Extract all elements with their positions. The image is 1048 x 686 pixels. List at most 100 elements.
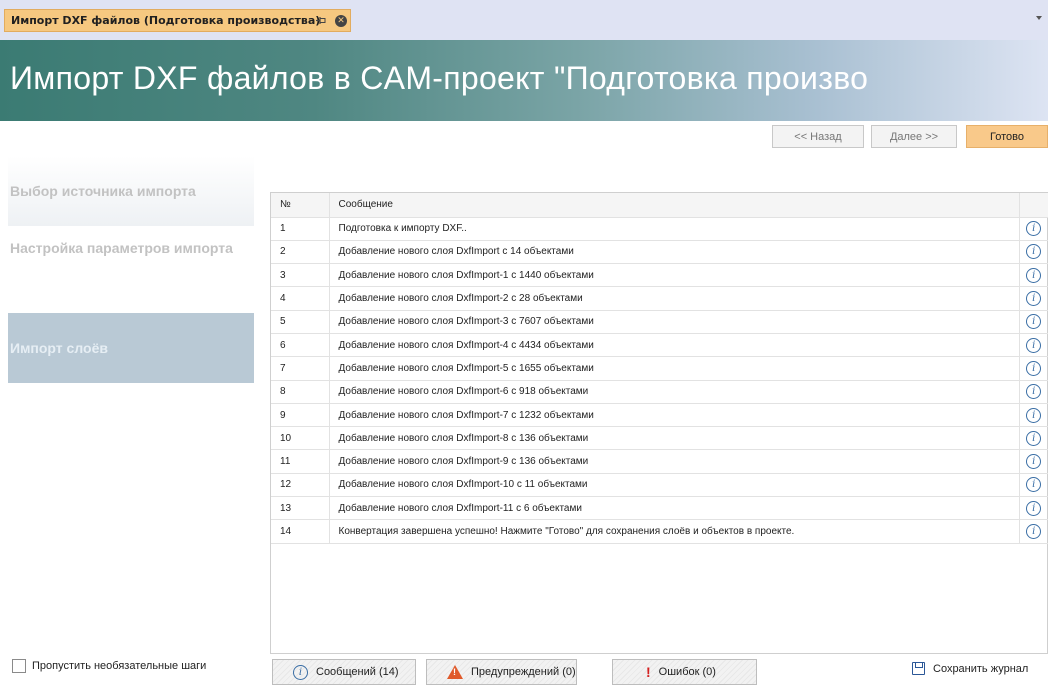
- table-row[interactable]: 13 Добавление нового слоя DxfImport-11 с …: [271, 496, 1048, 521]
- column-header-icon: [1019, 193, 1048, 218]
- cell-icon: i: [1019, 380, 1048, 404]
- table-row[interactable]: 14 Конвертация завершена успешно! Нажмите…: [271, 519, 1048, 544]
- cell-icon: i: [1019, 217, 1048, 241]
- info-icon[interactable]: i: [1026, 407, 1042, 423]
- wizard-steps-sidebar: Выбор источника импорта Настройка параме…: [8, 156, 254, 653]
- info-icon[interactable]: i: [1026, 314, 1042, 330]
- step-import-layers[interactable]: Импорт слоёв: [8, 313, 254, 383]
- info-icon: i: [293, 664, 308, 680]
- warnings-filter-button[interactable]: Предупреждений (0): [426, 659, 577, 685]
- table-row[interactable]: 9 Добавление нового слоя DxfImport-7 с 12…: [271, 403, 1048, 428]
- table-header-row: № Сообщение: [271, 193, 1048, 218]
- import-wizard-window: Импорт DXF файлов (Подготовка производст…: [0, 0, 1048, 686]
- cell-number: 8: [271, 380, 330, 404]
- cell-number: 12: [271, 473, 330, 498]
- document-tab-strip: Импорт DXF файлов (Подготовка производст…: [0, 0, 1048, 40]
- cell-message: Добавление нового слоя DxfImport-3 с 760…: [329, 310, 1020, 334]
- cell-icon: i: [1019, 473, 1048, 498]
- cell-icon: i: [1019, 449, 1048, 474]
- messages-count-label: Сообщений (14): [316, 666, 399, 678]
- info-icon[interactable]: i: [1026, 524, 1042, 539]
- cell-icon: i: [1019, 403, 1048, 428]
- cell-number: 10: [271, 426, 330, 451]
- warnings-count-label: Предупреждений (0): [471, 666, 576, 678]
- document-tab[interactable]: Импорт DXF файлов (Подготовка производст…: [4, 9, 351, 32]
- chevron-down-icon[interactable]: [1036, 16, 1042, 20]
- cell-icon: i: [1019, 426, 1048, 451]
- cell-message: Добавление нового слоя DxfImport-1 с 144…: [329, 263, 1020, 288]
- cell-number: 6: [271, 333, 330, 358]
- table-row[interactable]: 5 Добавление нового слоя DxfImport-3 с 76…: [271, 310, 1048, 334]
- tab-title: Импорт DXF файлов (Подготовка производст…: [11, 14, 321, 27]
- cell-icon: i: [1019, 310, 1048, 334]
- cell-number: 13: [271, 496, 330, 521]
- cell-icon: i: [1019, 263, 1048, 288]
- messages-grid[interactable]: № Сообщение 1 Подготовка к импорту DXF.. i…: [270, 192, 1048, 654]
- cell-icon: i: [1019, 496, 1048, 521]
- column-header-number[interactable]: №: [271, 193, 330, 218]
- info-icon[interactable]: i: [1026, 244, 1042, 260]
- cell-number: 3: [271, 263, 330, 288]
- info-icon[interactable]: i: [1026, 500, 1042, 516]
- info-icon[interactable]: i: [1026, 384, 1042, 400]
- cell-number: 1: [271, 217, 330, 241]
- table-body: 1 Подготовка к импорту DXF.. i 2 Добавление …: [271, 217, 1048, 544]
- table-row[interactable]: 10 Добавление нового слоя DxfImport-8 с 1…: [271, 426, 1048, 451]
- column-header-message[interactable]: Сообщение: [329, 193, 1020, 218]
- cell-message: Добавление нового слоя DxfImport-4 с 443…: [329, 333, 1020, 358]
- cell-message: Добавление нового слоя DxfImport-5 с 165…: [329, 356, 1020, 381]
- table-row[interactable]: 6 Добавление нового слоя DxfImport-4 с 44…: [271, 333, 1048, 358]
- table-row[interactable]: 3 Добавление нового слоя DxfImport-1 с 14…: [271, 263, 1048, 288]
- cell-message: Добавление нового слоя DxfImport-10 с 11…: [329, 473, 1020, 498]
- table-row[interactable]: 8 Добавление нового слоя DxfImport-6 с 91…: [271, 380, 1048, 404]
- error-icon: !: [646, 664, 651, 680]
- errors-filter-button[interactable]: ! Ошибок (0): [612, 659, 757, 685]
- wizard-header-banner: Импорт DXF файлов в CAM-проект "Подготов…: [0, 40, 1048, 121]
- info-icon[interactable]: i: [1026, 221, 1042, 237]
- table-row[interactable]: 4 Добавление нового слоя DxfImport-2 с 28…: [271, 286, 1048, 311]
- save-log-label: Сохранить журнал: [933, 662, 1029, 675]
- step-import-settings[interactable]: Настройка параметров импорта: [8, 213, 254, 283]
- done-button[interactable]: Готово: [966, 125, 1048, 148]
- messages-filter-button[interactable]: i Сообщений (14): [272, 659, 416, 685]
- info-icon[interactable]: i: [1026, 267, 1042, 283]
- info-icon[interactable]: i: [1026, 430, 1042, 446]
- back-button[interactable]: << Назад: [772, 125, 864, 148]
- cell-number: 4: [271, 286, 330, 311]
- cell-number: 14: [271, 519, 330, 544]
- info-icon[interactable]: i: [1026, 291, 1042, 307]
- step-label: Настройка параметров импорта: [10, 240, 233, 256]
- skip-optional-steps[interactable]: Пропустить необязательные шаги: [12, 659, 206, 673]
- save-log-button[interactable]: Сохранить журнал: [912, 662, 1028, 675]
- close-icon[interactable]: ✕: [335, 15, 347, 27]
- info-icon[interactable]: i: [1026, 337, 1042, 353]
- errors-count-label: Ошибок (0): [658, 666, 716, 678]
- table-row[interactable]: 7 Добавление нового слоя DxfImport-5 с 16…: [271, 356, 1048, 381]
- pin-icon[interactable]: [315, 15, 326, 26]
- cell-icon: i: [1019, 356, 1048, 381]
- cell-number: 11: [271, 449, 330, 474]
- cell-message: Добавление нового слоя DxfImport с 14 об…: [329, 240, 1020, 265]
- cell-icon: i: [1019, 286, 1048, 311]
- cell-message: Добавление нового слоя DxfImport-8 с 136…: [329, 426, 1020, 451]
- step-label: Импорт слоёв: [10, 340, 108, 356]
- cell-icon: i: [1019, 240, 1048, 265]
- cell-message: Добавление нового слоя DxfImport-9 с 136…: [329, 449, 1020, 474]
- cell-number: 7: [271, 356, 330, 381]
- cell-message: Подготовка к импорту DXF..: [329, 217, 1020, 241]
- skip-optional-checkbox[interactable]: [12, 659, 26, 673]
- page-title: Импорт DXF файлов в CAM-проект "Подготов…: [10, 60, 869, 96]
- info-icon[interactable]: i: [1026, 454, 1042, 470]
- table-row[interactable]: 11 Добавление нового слоя DxfImport-9 с 1…: [271, 449, 1048, 474]
- table-row[interactable]: 1 Подготовка к импорту DXF.. i: [271, 217, 1048, 241]
- warning-icon: [447, 665, 463, 679]
- info-icon[interactable]: i: [1026, 477, 1042, 493]
- cell-message: Конвертация завершена успешно! Нажмите "…: [329, 519, 1020, 544]
- messages-table: № Сообщение 1 Подготовка к импорту DXF.. i…: [271, 193, 1048, 544]
- table-row[interactable]: 2 Добавление нового слоя DxfImport с 14 о…: [271, 240, 1048, 265]
- cell-icon: i: [1019, 519, 1048, 544]
- table-row[interactable]: 12 Добавление нового слоя DxfImport-10 с …: [271, 473, 1048, 498]
- info-icon[interactable]: i: [1026, 360, 1042, 376]
- cell-number: 5: [271, 310, 330, 334]
- next-button[interactable]: Далее >>: [871, 125, 957, 148]
